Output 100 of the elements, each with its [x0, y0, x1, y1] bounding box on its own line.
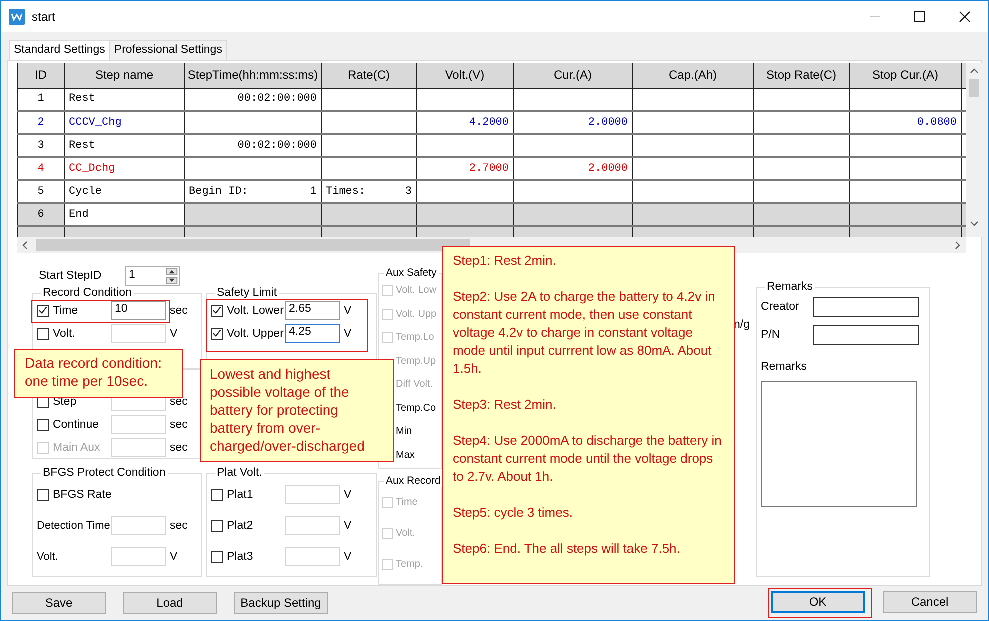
- checkbox-label: Temp.Up: [395, 356, 436, 367]
- close-icon: [959, 10, 971, 22]
- group-title: Aux Record: [385, 475, 442, 487]
- table-cell: 2.7000: [416, 157, 514, 180]
- checkbox[interactable]: Continue: [37, 418, 111, 430]
- table-cell: 00:02:00:000: [184, 88, 322, 111]
- text-area[interactable]: [761, 381, 917, 507]
- unit-label: V: [344, 304, 352, 316]
- field-label: Creator: [761, 301, 800, 313]
- button[interactable]: Cancel: [883, 591, 977, 613]
- button[interactable]: Load: [123, 592, 217, 614]
- group-title: Plat Volt.: [216, 467, 264, 479]
- column-header: Step name: [64, 63, 184, 88]
- column-header: Stop Rate(C): [754, 63, 850, 88]
- field-label: Detection Time: [37, 520, 111, 532]
- scroll-thumb[interactable]: [36, 239, 470, 251]
- field-label: Start StepID: [39, 270, 103, 282]
- field-label: Min: [395, 426, 412, 438]
- checkbox[interactable]: Volt. Upper: [211, 328, 285, 340]
- button[interactable]: Backup Setting: [234, 592, 328, 614]
- unit-label: V: [170, 328, 178, 340]
- unit-label: V: [170, 550, 178, 562]
- maximize-icon: [914, 10, 926, 22]
- checkbox-label: Temp.Co: [395, 402, 436, 414]
- table-cell: 1: [18, 88, 64, 111]
- unit-label: V: [344, 550, 352, 562]
- check-icon: [212, 328, 222, 339]
- column-header: Cap.(Ah): [632, 63, 754, 88]
- column-header: Rate(C): [322, 63, 416, 88]
- checkbox[interactable]: Volt.: [37, 328, 111, 340]
- column-header: StepTime(hh:mm:ss:ms): [184, 63, 322, 88]
- callout-text: Step2: Use 2A to charge the battery to 4.2v in constant current mode, then use constant voltage 4.2v to charge in constant voltage mode until input currrent low as 80mA. About 1.5h.: [453, 288, 716, 378]
- window-title: start: [32, 10, 56, 24]
- checkbox[interactable]: BFGS Rate: [37, 488, 111, 500]
- checkbox[interactable]: Volt. Lower: [211, 304, 285, 316]
- tab[interactable]: Standard Settings: [9, 40, 110, 60]
- table-cell: 2.0000: [514, 111, 632, 134]
- checkbox[interactable]: Time: [37, 304, 111, 316]
- field-label: Remarks: [761, 361, 808, 373]
- unit-label: n/g: [734, 319, 751, 331]
- table-cell: 3: [18, 134, 64, 157]
- table-cell: 2.0000: [514, 157, 632, 180]
- unit-label: sec: [170, 442, 188, 454]
- group-title: Remarks: [766, 281, 814, 293]
- group-title: BFGS Protect Condition: [42, 467, 167, 479]
- checkbox[interactable]: Plat2: [211, 520, 285, 532]
- tab[interactable]: Professional Settings: [109, 40, 228, 60]
- table-cell: 6: [18, 203, 64, 226]
- input-field[interactable]: 4.25: [285, 324, 340, 343]
- check-icon: [38, 305, 48, 316]
- field-label: P/N: [761, 329, 782, 341]
- table-cell: Rest: [64, 134, 184, 157]
- column-header: Volt.(V): [416, 63, 514, 88]
- table-cell: 4: [18, 157, 64, 180]
- input-field[interactable]: 10: [111, 301, 166, 320]
- button[interactable]: OK: [771, 591, 865, 613]
- spin-box[interactable]: 1: [125, 266, 180, 286]
- callout-text: Step1: Rest 2min.: [453, 252, 558, 270]
- input-field[interactable]: [813, 297, 919, 317]
- column-header: ID: [18, 63, 64, 88]
- column-header: Cur.(A): [514, 63, 632, 88]
- input-field[interactable]: 2.65: [285, 301, 340, 320]
- down-arrow-icon: [166, 276, 178, 284]
- scroll-thumb[interactable]: [969, 79, 979, 97]
- group-title: Aux Safety: [385, 267, 438, 279]
- group-title: Record Condition: [42, 287, 133, 299]
- unit-label: sec: [170, 304, 188, 316]
- checkbox[interactable]: Plat1: [211, 488, 285, 500]
- table-cell: CCCV_Chg: [64, 111, 184, 134]
- unit-label: sec: [170, 396, 188, 408]
- table-cell: 2: [18, 111, 64, 134]
- table-cell: Rest: [64, 88, 184, 111]
- field-label: Max: [395, 450, 415, 461]
- button[interactable]: Save: [12, 592, 106, 614]
- table-cell: 00:02:00:000: [184, 134, 322, 157]
- callout-text: Step6: End. The all steps will take 7.5h.: [453, 540, 682, 558]
- unit-label: sec: [170, 418, 188, 430]
- unit-label: V: [344, 488, 352, 500]
- callout-text: Step5: cycle 3 times.: [453, 504, 574, 522]
- table-cell: 4.2000: [416, 111, 514, 134]
- callout-text: Step4: Use 2000mA to discharge the battery in constant current mode until the voltage drops to 2.7v. About 1h.: [453, 432, 723, 486]
- checkbox[interactable]: Plat3: [211, 550, 285, 562]
- callout-text: Step3: Rest 2min.: [453, 396, 558, 414]
- checkbox-label: Diff Volt.: [395, 379, 434, 390]
- app-icon: [9, 8, 25, 24]
- check-icon: [212, 305, 222, 316]
- column-header: Stop Cur.(A): [850, 63, 962, 88]
- unit-label: V: [344, 328, 352, 340]
- field-label: Volt.: [37, 550, 60, 562]
- unit-label: V: [344, 520, 352, 532]
- callout-text: Data record condition: one time per 10sec.: [25, 354, 163, 390]
- group-title: Safety Limit: [216, 287, 278, 299]
- unit-label: sec: [170, 520, 188, 532]
- callout-text: Lowest and highest possible voltage of the battery for protecting battery from over-charged/over-discharged: [210, 365, 366, 455]
- table-cell: CC_Dchg: [64, 157, 184, 180]
- table-cell: Cycle: [64, 180, 184, 203]
- input-field[interactable]: [813, 325, 919, 345]
- up-arrow-icon: [166, 268, 178, 276]
- scrollbar[interactable]: [966, 63, 982, 237]
- table-cell: 0.0800: [850, 111, 962, 134]
